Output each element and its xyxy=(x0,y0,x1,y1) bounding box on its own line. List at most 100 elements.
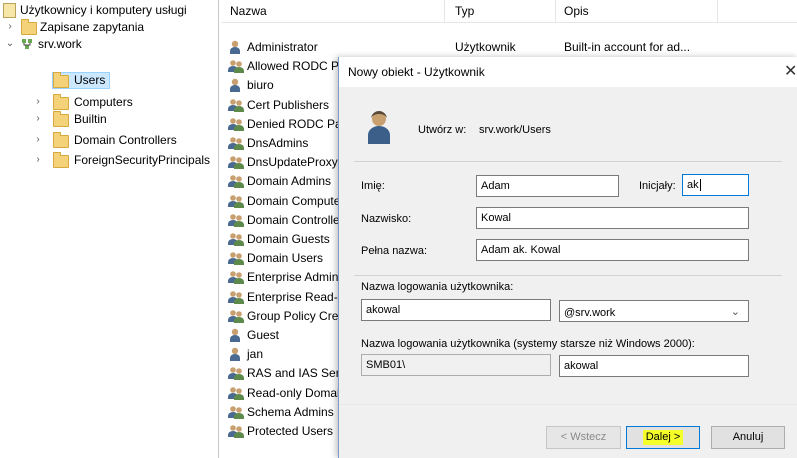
row-name: Domain Controllers xyxy=(247,212,350,227)
chevron-right-icon[interactable]: › xyxy=(33,94,43,110)
list-header: Nazwa Typ Opis xyxy=(222,0,797,23)
close-icon[interactable]: ✕ xyxy=(784,61,797,81)
column-divider[interactable] xyxy=(555,0,556,22)
group-icon xyxy=(228,386,244,400)
first-name-input[interactable]: Adam xyxy=(476,175,619,197)
column-header-type[interactable]: Typ xyxy=(455,4,474,18)
tree-item-label: Domain Controllers xyxy=(74,133,177,147)
new-user-dialog: Nowy obiekt - Użytkownik ✕ Utwórz w: srv… xyxy=(338,57,797,458)
row-name: DnsAdmins xyxy=(247,136,309,150)
column-divider[interactable] xyxy=(717,0,718,22)
separator xyxy=(339,404,797,405)
initials-value: ak xyxy=(687,179,699,191)
chevron-right-icon[interactable]: › xyxy=(5,19,15,35)
last-name-input[interactable]: Kowal xyxy=(476,207,749,229)
legacy-logon-label: Nazwa logowania użytkownika (systemy sta… xyxy=(361,338,695,350)
folder-icon xyxy=(21,19,37,35)
group-icon xyxy=(228,367,244,381)
snapin-icon xyxy=(3,3,16,18)
row-name: Enterprise Admins xyxy=(247,270,345,285)
next-button[interactable]: Dalej > xyxy=(626,426,700,449)
group-icon xyxy=(228,425,244,438)
dialog-titlebar[interactable]: Nowy obiekt - Użytkownik ✕ xyxy=(339,57,797,87)
chevron-right-icon[interactable]: › xyxy=(33,132,43,148)
group-icon xyxy=(228,290,244,304)
tree-root[interactable]: Użytkownicy i komputery usługi xyxy=(0,2,218,18)
row-type: Użytkownik xyxy=(455,40,516,54)
tree-item-label: Users xyxy=(74,73,106,87)
row-name: DnsUpdateProxy xyxy=(247,155,338,170)
group-icon xyxy=(228,175,244,189)
first-name-label: Imię: xyxy=(361,180,385,192)
folder-icon xyxy=(53,152,69,168)
legacy-logon-input[interactable]: akowal xyxy=(559,355,749,377)
group-icon xyxy=(228,60,244,74)
initials-label: Inicjały: xyxy=(639,180,676,192)
initials-input[interactable]: ak xyxy=(682,174,749,196)
user-icon xyxy=(230,347,240,362)
tree-item-label: ForeignSecurityPrincipals xyxy=(74,153,211,167)
text-cursor xyxy=(699,179,701,192)
tree-item-computers[interactable]: › Computers xyxy=(0,94,218,110)
next-button-label: Dalej > xyxy=(642,430,684,445)
full-name-label: Pełna nazwa: xyxy=(361,245,428,257)
column-divider[interactable] xyxy=(444,0,445,22)
user-icon xyxy=(230,328,240,342)
row-name: jan xyxy=(247,347,264,362)
full-name-input[interactable]: Adam ak. Kowal xyxy=(476,239,749,261)
group-icon xyxy=(228,213,244,227)
logon-name-input[interactable]: akowal xyxy=(361,299,551,321)
row-name: biuro xyxy=(247,78,274,93)
row-name: Domain Admins xyxy=(247,174,332,189)
domain-icon xyxy=(21,38,33,50)
group-icon xyxy=(228,156,244,170)
ou-folder-icon xyxy=(53,132,69,148)
row-description: Built-in account for ad... xyxy=(564,40,691,54)
tree-item-label: Builtin xyxy=(74,112,107,126)
group-icon xyxy=(228,309,244,323)
row-name: Domain Computers xyxy=(247,193,351,208)
user-icon xyxy=(230,40,240,54)
user-icon xyxy=(230,79,240,93)
folder-icon xyxy=(53,72,69,88)
chevron-right-icon[interactable]: › xyxy=(33,111,43,127)
group-icon xyxy=(228,137,244,150)
row-name: Guest xyxy=(247,328,280,342)
column-header-name[interactable]: Nazwa xyxy=(230,4,267,18)
user-icon xyxy=(367,110,391,144)
tree-item-label: Computers xyxy=(74,95,133,109)
cancel-button[interactable]: Anuluj xyxy=(711,426,785,449)
group-icon xyxy=(228,233,244,246)
back-button[interactable]: < Wstecz xyxy=(546,426,621,449)
domain-suffix-value: @srv.work xyxy=(564,307,616,319)
row-name: Cert Publishers xyxy=(247,97,330,112)
row-name: Administrator xyxy=(247,40,318,54)
row-name: Protected Users xyxy=(247,424,334,438)
group-icon xyxy=(228,252,244,266)
tree-item-builtin[interactable]: › Builtin xyxy=(0,111,218,127)
tree-item-domain[interactable]: ⌄ srv.work xyxy=(0,36,218,52)
group-icon xyxy=(228,405,244,419)
separator xyxy=(354,161,782,162)
chevron-down-icon[interactable]: ⌄ xyxy=(5,36,15,52)
chevron-right-icon[interactable]: › xyxy=(33,152,43,168)
chevron-down-icon: ⌄ xyxy=(730,306,740,318)
navigation-tree: Użytkownicy i komputery usługi › Zapisan… xyxy=(0,0,219,458)
tree-item-domain-controllers[interactable]: › Domain Controllers xyxy=(0,132,218,148)
group-icon xyxy=(228,98,244,112)
tree-item-label: Zapisane zapytania xyxy=(40,20,145,34)
column-header-description[interactable]: Opis xyxy=(564,4,589,18)
dialog-title: Nowy obiekt - Użytkownik xyxy=(348,65,485,79)
tree-item-foreign-security[interactable]: › ForeignSecurityPrincipals xyxy=(0,152,218,168)
separator xyxy=(354,275,782,276)
row-name: Schema Admins xyxy=(247,404,334,419)
domain-suffix-select[interactable]: @srv.work ⌄ xyxy=(559,300,749,322)
row-name: Domain Guests xyxy=(247,232,330,246)
group-icon xyxy=(228,194,244,208)
last-name-label: Nazwisko: xyxy=(361,213,412,225)
logon-name-label: Nazwa logowania użytkownika: xyxy=(361,281,514,293)
tree-item-saved-queries[interactable]: › Zapisane zapytania xyxy=(0,19,218,35)
tree-root-label: Użytkownicy i komputery usługi xyxy=(20,3,187,17)
row-name: Domain Users xyxy=(247,251,324,266)
group-icon xyxy=(228,271,244,285)
